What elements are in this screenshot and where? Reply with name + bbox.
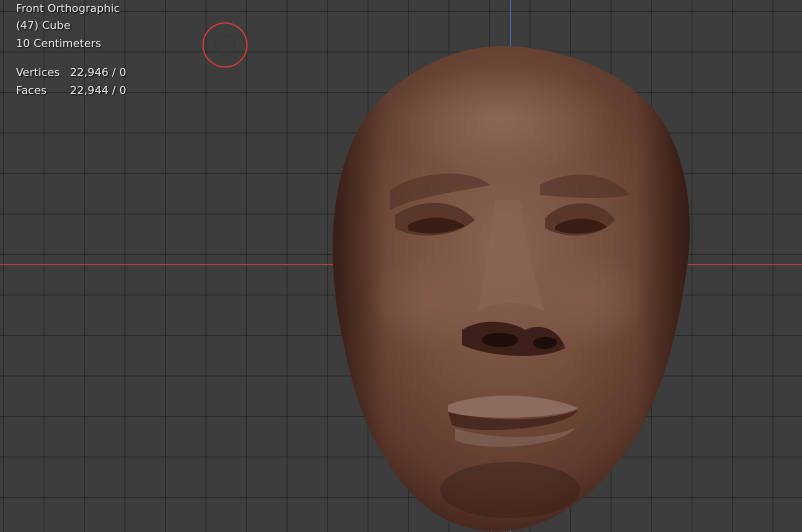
chin-shadow <box>440 462 580 518</box>
right-nostril <box>533 337 557 349</box>
faces-stat: Faces 22,944 / 0 <box>16 82 126 100</box>
faces-value: 22,944 / 0 <box>70 84 127 97</box>
vertices-label: Vertices <box>16 66 60 79</box>
3d-viewport[interactable]: Front Orthographic (47) Cube 10 Centimet… <box>0 0 802 532</box>
faces-label: Faces <box>16 84 47 97</box>
3d-cursor-icon[interactable] <box>200 20 250 70</box>
scene-statistics: Vertices 22,946 / 0 Faces 22,944 / 0 <box>16 64 126 100</box>
vertices-value: 22,946 / 0 <box>70 66 127 79</box>
vertices-stat: Vertices 22,946 / 0 <box>16 64 126 82</box>
forehead-highlight <box>385 65 615 175</box>
active-object-label: (47) Cube <box>16 19 71 32</box>
left-nostril <box>482 333 518 347</box>
grid-scale-label: 10 Centimeters <box>16 37 102 50</box>
view-name: Front Orthographic <box>16 2 120 15</box>
